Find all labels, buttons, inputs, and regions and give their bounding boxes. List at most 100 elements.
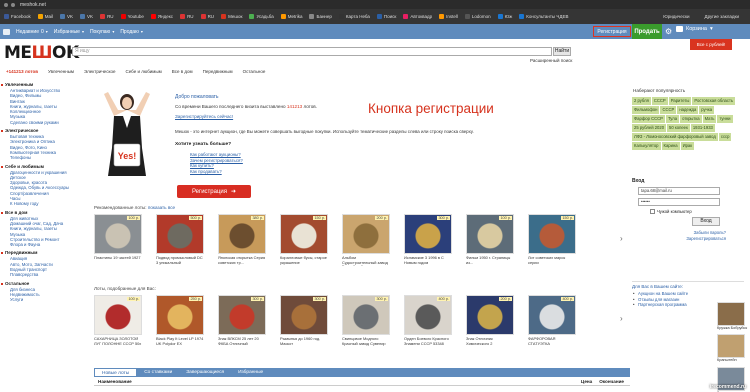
bookmark-item[interactable]: VK — [80, 14, 93, 19]
sell-button[interactable]: Продать — [632, 24, 662, 39]
popular-tag[interactable]: ручка — [699, 106, 715, 114]
popular-tag[interactable]: 2 рубля — [632, 97, 651, 105]
sidebar-item[interactable]: К Новому году — [0, 201, 86, 206]
lot-card[interactable]: 380 р. Японская открытка Серия советских … — [218, 214, 266, 266]
lot-card[interactable]: 400 р. Орден Боевого Красного Знамени ССС… — [404, 295, 452, 347]
chevron-right-icon[interactable]: › — [620, 234, 623, 243]
lot-card[interactable]: 150 р. Лот советских марок серии — [528, 214, 576, 266]
bookmark-item[interactable]: Баннер — [309, 14, 332, 19]
bookmark-item[interactable]: Поиск — [376, 14, 396, 19]
popular-tag[interactable]: Мать — [702, 115, 717, 123]
tab-ending[interactable]: Завершающиеся — [179, 368, 231, 377]
sidebar-item[interactable]: Флора и Фауна — [0, 242, 86, 247]
bookmark-item[interactable]: Mail — [37, 14, 53, 19]
col-price[interactable]: Цена — [581, 379, 592, 384]
lot-caption[interactable]: ФАРФОРОВАЯ СТАТУЭТКА — [528, 337, 576, 347]
side-lot-image[interactable] — [717, 334, 745, 359]
popular-tag[interactable]: Ирак — [680, 142, 695, 150]
register-now-link[interactable]: Зарегистрируйтесь сейчас! — [175, 114, 233, 119]
password-field[interactable]: •••••• — [638, 198, 720, 206]
gear-icon[interactable]: ⚙ — [665, 27, 672, 36]
site-logo[interactable]: MEШOK — [4, 43, 79, 63]
all-from-ruble-badge[interactable]: Все с рублей! — [690, 39, 732, 50]
lot-card[interactable]: 300 р. Свинцовое Модного Красный завод Су… — [342, 295, 390, 347]
popular-tag[interactable]: ЛФЗ - Ломоносовский фарфоровый завод — [632, 133, 718, 141]
email-field[interactable]: tapa.68@mail.ru — [638, 187, 720, 195]
tab-with-bids[interactable]: Со ставками — [137, 368, 179, 377]
lot-image[interactable]: 300 р. — [218, 295, 266, 335]
bookmark-item[interactable]: Консультанты ЧДЕВ — [519, 14, 568, 19]
bookmark-item[interactable]: Карта Неба — [338, 14, 370, 19]
lot-image[interactable]: 300 р. — [280, 295, 328, 335]
col-name[interactable]: Наименование — [98, 379, 132, 384]
lot-image[interactable]: 380 р. — [218, 214, 266, 254]
remember-checkbox[interactable]: Чужой компьютер — [650, 209, 722, 214]
popular-tag[interactable]: надежда — [677, 106, 699, 114]
side-lot-caption[interactable]: Кранштейн — [717, 358, 749, 362]
cat-hobby[interactable]: Увлеченным — [48, 69, 74, 74]
nav-recent[interactable]: Недавние 0 ▾ — [16, 29, 48, 35]
lot-count[interactable]: +141213 лотов — [6, 69, 38, 74]
popular-tag[interactable]: Раритеты — [668, 97, 692, 105]
lot-card[interactable]: 200 р. Знак Отличник Химического 2 — [466, 295, 514, 347]
bookmark-item[interactable]: VK — [60, 14, 73, 19]
lot-caption[interactable]: САХАРНИЦА ЗОЛОТОЙ ЛУГ ПОЛОННЕ СССР 50х — [94, 337, 142, 347]
nav-buying[interactable]: Покупаю ▾ — [90, 29, 114, 35]
bookmark-item[interactable]: RU — [100, 14, 114, 19]
sidebar-group-title[interactable]: Передвижным — [0, 250, 86, 256]
lot-caption[interactable]: Рымынья до 1960 год. Маскот — [280, 337, 328, 347]
lot-image[interactable]: 500 р. — [156, 214, 204, 254]
side-lot-image[interactable] — [717, 302, 745, 326]
popular-tag[interactable]: Ростовская область — [692, 97, 736, 105]
cat-electric[interactable]: Электрическое — [84, 69, 115, 74]
popular-tag[interactable]: Карина — [661, 142, 680, 150]
sidebar-item[interactable]: Телефоны — [0, 155, 86, 160]
lot-card[interactable]: 400 р. ФАРФОРОВАЯ СТАТУЭТКА — [528, 295, 576, 347]
lot-caption[interactable]: Исламские 3 1996 в С Новым годом — [404, 256, 452, 266]
cat-transport[interactable]: Передвижным — [203, 69, 233, 74]
bookmark-item[interactable]: RU — [200, 14, 214, 19]
side-lot-card[interactable]: Кранштейн — [717, 334, 749, 362]
back-icon[interactable] — [4, 2, 8, 7]
popular-tag[interactable]: открытка — [680, 115, 702, 123]
tab-new-lots[interactable]: Новые лоты — [94, 368, 138, 377]
bookmark-item[interactable]: Другие закладки — [705, 14, 739, 19]
lot-image[interactable]: 100 р. — [94, 295, 142, 335]
menu-icon[interactable] — [3, 28, 10, 35]
faq-item[interactable]: Как работают аукционы? — [190, 152, 243, 158]
sidebar-item[interactable]: Плавсредства — [0, 272, 86, 277]
bookmark-item[interactable]: Мешок — [221, 14, 242, 19]
col-end[interactable]: Окончание — [599, 379, 624, 384]
bookmark-item[interactable]: Яндекс — [150, 14, 173, 19]
bookmark-item[interactable]: Instell — [439, 14, 458, 19]
checkbox-icon[interactable] — [650, 209, 655, 214]
side-lot-caption[interactable]: Кружка Бобруйск — [717, 326, 749, 330]
nav-selling[interactable]: Продаю ▾ — [120, 29, 143, 35]
lot-image[interactable]: 250 р. — [156, 295, 204, 335]
cat-other[interactable]: Остальное — [243, 69, 266, 74]
lot-caption[interactable]: Коралловые бусы, старое украшение — [280, 256, 328, 266]
search-input[interactable]: Я ищу — [72, 47, 552, 56]
sidebar-group-title[interactable]: Электрическое — [0, 128, 86, 134]
lot-card[interactable]: 250 р. Black Play It Level LP 1974 UK Pol… — [156, 295, 204, 347]
popular-tag[interactable]: ссср — [718, 133, 732, 141]
popular-tag[interactable]: 1931-1933 — [690, 124, 715, 132]
popular-tag[interactable]: СССР — [651, 97, 668, 105]
lot-image[interactable]: 200 р. — [342, 214, 390, 254]
lot-card[interactable]: 200 р. Альбом Судостроительный завод Балт… — [342, 214, 390, 266]
bookmark-item[interactable]: RU — [180, 14, 194, 19]
tab-favorites[interactable]: Избранные — [231, 368, 270, 377]
lot-card[interactable]: 300 р. Исламские 3 1996 в С Новым годом — [404, 214, 452, 266]
bookmark-item[interactable]: Youtube — [120, 14, 144, 19]
bookmark-item[interactable]: Юж — [497, 14, 512, 19]
lot-caption[interactable]: Альбом Судостроительный завод Балтийский… — [342, 256, 390, 266]
lot-image[interactable]: 400 р. — [528, 295, 576, 335]
popular-tag[interactable]: Тула — [665, 115, 680, 123]
lot-caption[interactable]: Японская открытка Серия советских тр... — [218, 256, 266, 266]
lot-caption[interactable]: Орден Боевого Красного Знамени СССР 5334… — [404, 337, 452, 347]
bookmark-item[interactable]: Юридически — [663, 14, 689, 19]
sidebar-group-title[interactable]: Все в дом — [0, 210, 86, 216]
nav-favorites[interactable]: Избранные ▾ — [54, 29, 84, 35]
lot-caption[interactable]: Фильм 1950 г. Страницы из... — [466, 256, 514, 266]
register-side-link[interactable]: Зарегистрироваться — [632, 236, 726, 242]
